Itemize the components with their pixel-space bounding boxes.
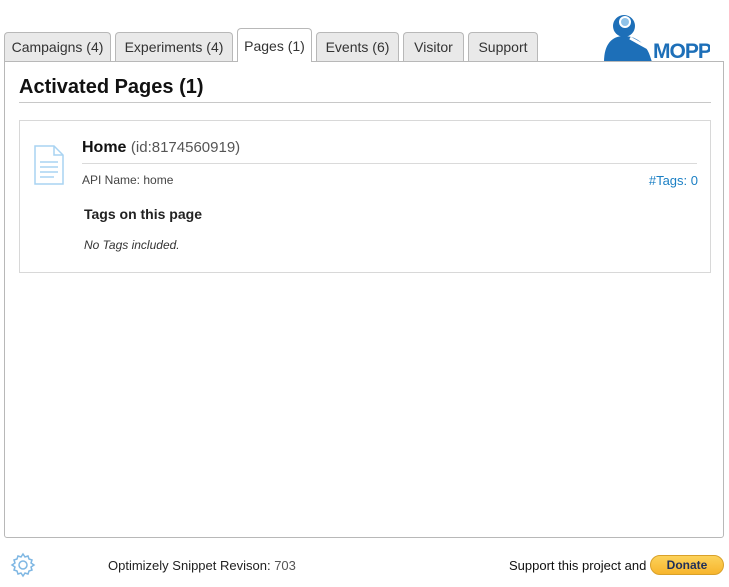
tab-events[interactable]: Events (6)	[316, 32, 399, 61]
tags-heading: Tags on this page	[84, 206, 202, 222]
document-icon	[34, 145, 64, 185]
title-divider	[19, 102, 711, 103]
no-tags-message: No Tags included.	[84, 238, 180, 252]
page-heading: Home (id:8174560919)	[82, 139, 240, 157]
pages-panel: Activated Pages (1) Home (id:8174560919)…	[4, 61, 724, 538]
panel-title: Activated Pages (1)	[19, 76, 204, 98]
tab-support[interactable]: Support	[468, 32, 538, 61]
support-text: Support this project and	[509, 558, 647, 573]
moppi-logo: MOPPI	[600, 8, 710, 62]
page-name: Home	[82, 139, 127, 156]
tab-campaigns[interactable]: Campaigns (4)	[4, 32, 111, 61]
donate-button[interactable]: Donate	[650, 555, 724, 575]
revision-number: 703	[274, 558, 296, 573]
tags-count-link[interactable]: #Tags: 0	[649, 173, 698, 188]
gear-icon[interactable]	[10, 552, 36, 578]
page-card: Home (id:8174560919) API Name: home #Tag…	[19, 120, 711, 273]
tab-visitor[interactable]: Visitor	[403, 32, 464, 61]
snippet-revision: Optimizely Snippet Revison: 703	[108, 558, 296, 573]
api-name: API Name: home	[82, 173, 174, 187]
logo-text: MOPPI	[653, 40, 710, 62]
tab-experiments[interactable]: Experiments (4)	[115, 32, 233, 61]
revision-label: Optimizely Snippet Revison:	[108, 558, 271, 573]
card-divider	[82, 163, 697, 164]
page-id: (id:8174560919)	[130, 139, 241, 156]
tab-pages[interactable]: Pages (1)	[237, 28, 312, 62]
